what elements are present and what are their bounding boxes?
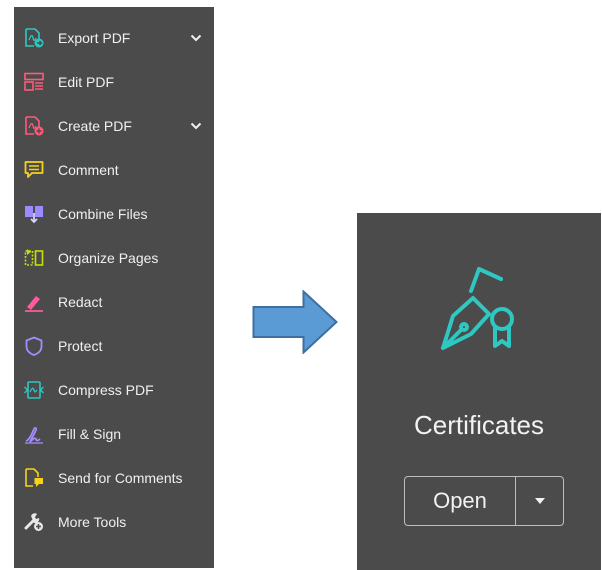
tool-label: Redact	[58, 294, 103, 310]
comment-icon	[24, 161, 44, 178]
certificate-pen-icon	[441, 267, 514, 350]
tools-panel: Export PDF Edit PDF Create PDF Comment C…	[14, 7, 214, 568]
tool-edit-pdf[interactable]: Edit PDF	[14, 63, 214, 101]
tool-label: Edit PDF	[58, 74, 115, 90]
caret-down-icon	[534, 498, 545, 504]
tool-compress-pdf[interactable]: Compress PDF	[14, 371, 214, 409]
certificates-title: Certificates	[413, 410, 545, 440]
tool-label: Comment	[58, 162, 119, 178]
create-pdf-icon	[25, 116, 44, 136]
more-tools-icon	[24, 513, 43, 531]
tool-label: Combine Files	[58, 206, 148, 222]
tool-create-pdf[interactable]: Create PDF	[14, 107, 214, 145]
right-arrow-icon	[252, 290, 338, 354]
tool-label: Protect	[58, 338, 103, 354]
tool-more-tools[interactable]: More Tools	[14, 503, 214, 541]
edit-pdf-icon	[24, 72, 44, 91]
tool-label: Fill & Sign	[58, 426, 122, 442]
open-dropdown-button[interactable]	[516, 477, 563, 525]
tool-comment[interactable]: Comment	[14, 151, 214, 189]
tool-redact[interactable]: Redact	[14, 283, 214, 321]
fill-sign-icon	[25, 427, 43, 444]
open-split-button[interactable]: Open	[404, 476, 564, 526]
tool-label: More Tools	[58, 514, 127, 530]
compress-pdf-icon	[24, 381, 44, 399]
open-button[interactable]: Open	[405, 477, 515, 525]
certificates-tool-card: Certificates Open	[357, 213, 601, 570]
tool-label: Create PDF	[58, 118, 132, 134]
tool-label: Export PDF	[58, 30, 131, 46]
tool-organize-pages[interactable]: Organize Pages	[14, 239, 214, 277]
tool-label: Compress PDF	[58, 382, 154, 398]
tool-send-for-comments[interactable]: Send for Comments	[14, 459, 214, 497]
organize-pages-icon	[24, 249, 44, 266]
tool-label: Organize Pages	[58, 250, 159, 266]
protect-icon	[25, 336, 43, 356]
tool-export-pdf[interactable]: Export PDF	[14, 19, 214, 57]
tool-fill-sign[interactable]: Fill & Sign	[14, 415, 214, 453]
chevron-down-icon[interactable]	[190, 120, 202, 132]
combine-files-icon	[25, 206, 43, 224]
tool-label: Send for Comments	[58, 470, 183, 486]
tool-protect[interactable]: Protect	[14, 327, 214, 365]
tool-combine-files[interactable]: Combine Files	[14, 195, 214, 233]
export-pdf-icon	[25, 28, 44, 48]
send-for-comments-icon	[25, 468, 43, 487]
chevron-down-icon[interactable]	[190, 32, 202, 44]
redact-icon	[25, 296, 43, 312]
